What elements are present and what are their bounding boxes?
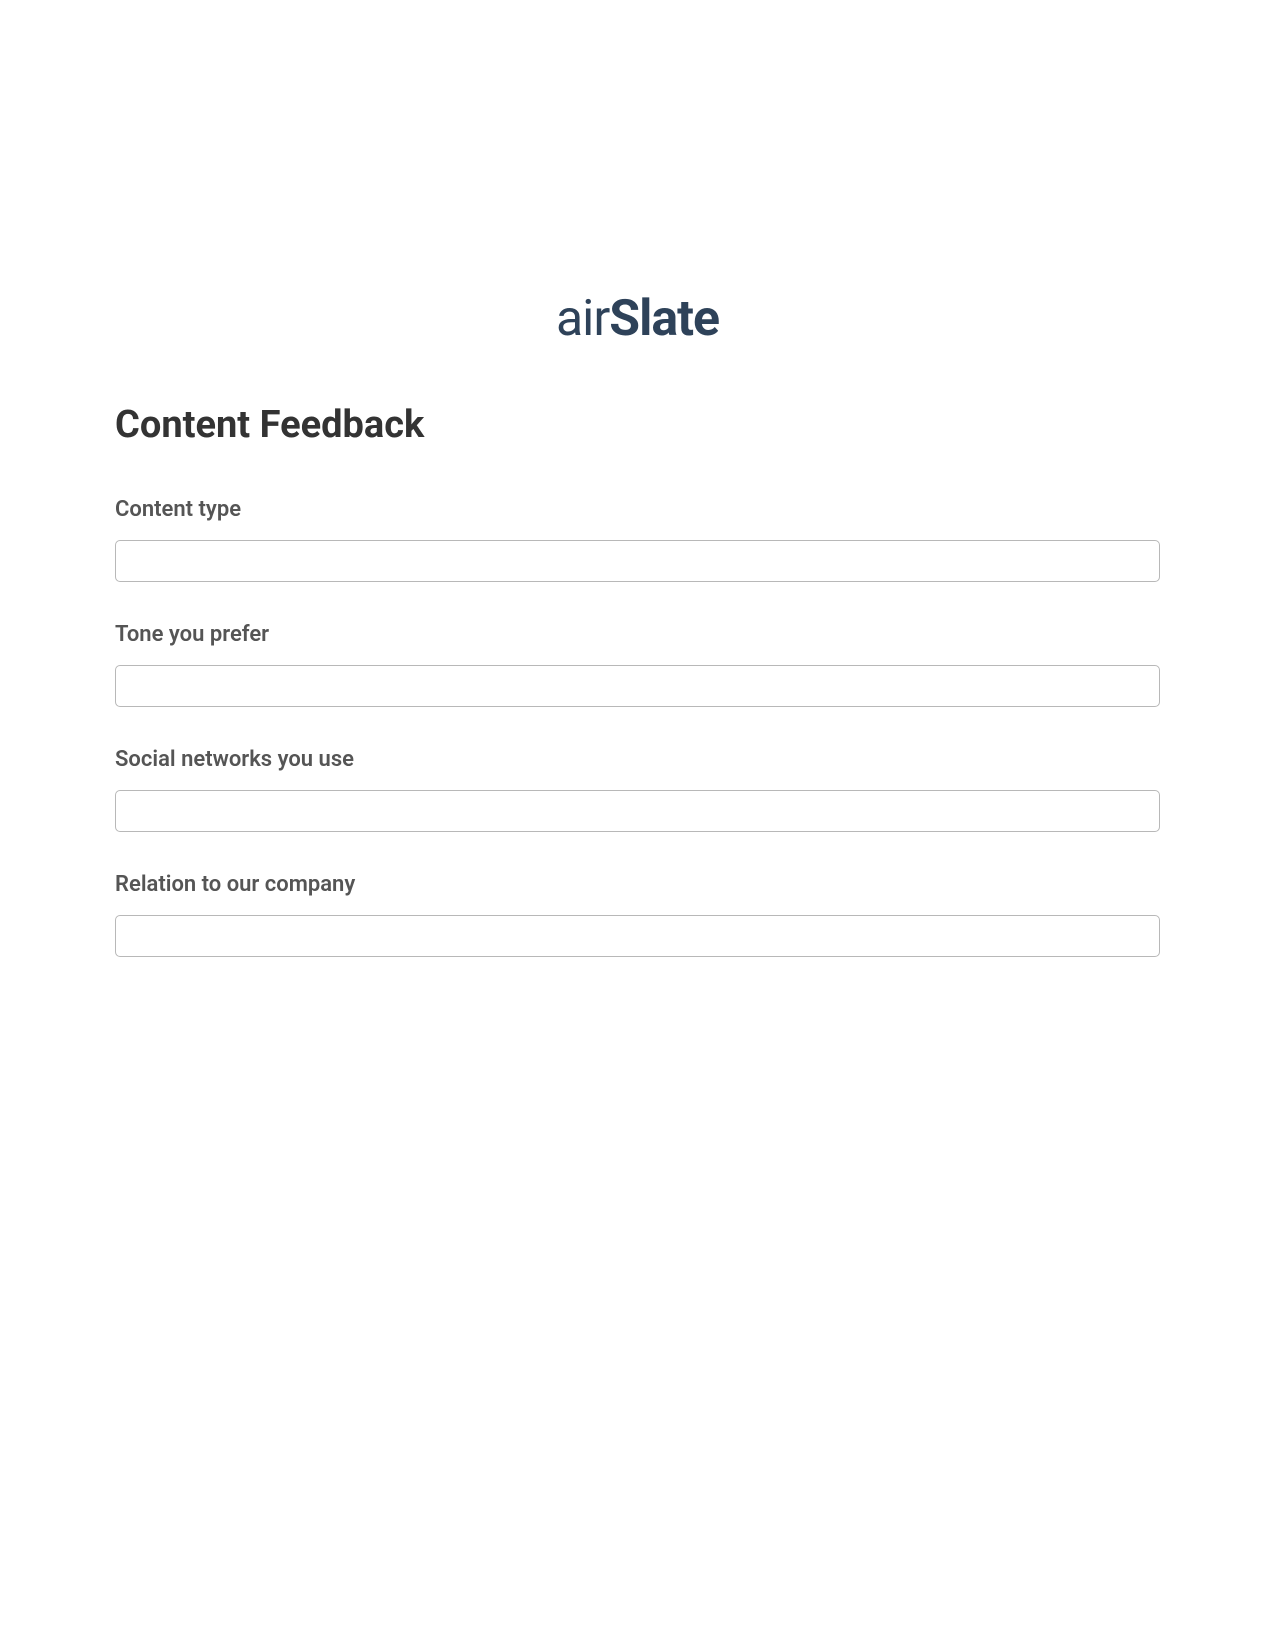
logo-suffix: Slate [609,290,719,348]
label-tone: Tone you prefer [115,622,1160,647]
page-title: Content Feedback [115,403,1160,447]
label-relation: Relation to our company [115,872,1160,897]
form-group-relation: Relation to our company [115,872,1160,957]
input-social-networks[interactable] [115,790,1160,832]
logo: airSlate [115,290,1160,348]
form-group-tone: Tone you prefer [115,622,1160,707]
input-content-type[interactable] [115,540,1160,582]
label-social-networks: Social networks you use [115,747,1160,772]
form-group-social-networks: Social networks you use [115,747,1160,832]
form-container: airSlate Content Feedback Content type T… [0,0,1275,957]
form-group-content-type: Content type [115,497,1160,582]
input-tone[interactable] [115,665,1160,707]
logo-text: airSlate [556,290,719,348]
logo-prefix: air [556,290,609,348]
input-relation[interactable] [115,915,1160,957]
label-content-type: Content type [115,497,1160,522]
